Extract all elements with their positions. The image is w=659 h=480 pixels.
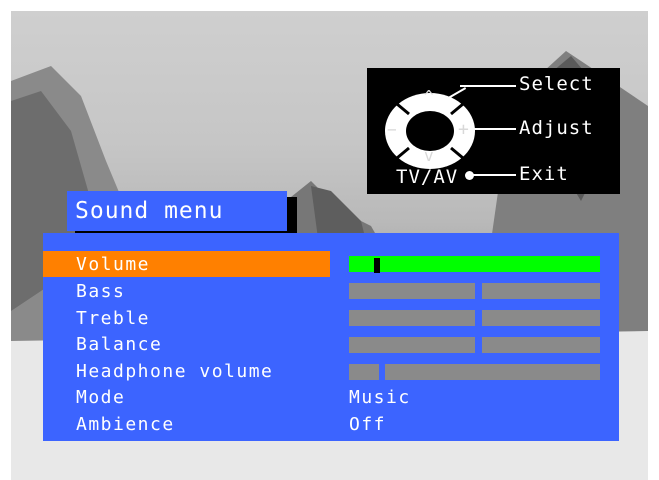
menu-item-mode[interactable]: Mode [43,384,330,410]
treble-bar-right[interactable] [482,310,600,326]
menu-title-box: Sound menu [67,191,287,231]
adjust-label: Adjust [519,117,594,139]
down-symbol: v [424,146,435,165]
tv-screen: ^ v − + Select Adjust TV/AV Exit Sound m… [11,11,648,480]
balance-bar-left[interactable] [349,337,475,353]
menu-item-label: Ambience [76,414,175,435]
select-pointer-line [460,85,516,87]
menu-item-label: Balance [76,334,163,355]
plus-symbol: + [458,119,470,140]
treble-bar-left[interactable] [349,310,475,326]
menu-item-treble[interactable]: Treble [43,305,330,331]
up-symbol: ^ [424,87,435,106]
menu-item-balance[interactable]: Balance [43,331,330,357]
button-help-panel: ^ v − + Select Adjust TV/AV Exit [367,68,620,194]
menu-item-bass[interactable]: Bass [43,278,330,304]
exit-pointer-line [473,174,516,176]
bass-bar-right[interactable] [482,283,600,299]
menu-item-ambience[interactable]: Ambience [43,411,330,437]
menu-item-label: Mode [76,387,126,408]
mode-value[interactable]: Music [349,387,411,408]
bass-bar-left[interactable] [349,283,475,299]
sound-menu-panel: Volume Bass Treble Balance Headphone vol… [43,233,619,441]
volume-level-bar[interactable] [349,256,600,273]
adjust-pointer-line [473,128,516,130]
menu-item-headphone-volume[interactable]: Headphone volume [43,358,330,384]
menu-item-label: Treble [76,308,151,329]
menu-item-volume[interactable]: Volume [43,251,330,277]
menu-item-label: Volume [76,254,151,275]
menu-title: Sound menu [75,198,224,224]
headphone-bar-right[interactable] [385,364,600,380]
minus-symbol: − [387,120,398,139]
menu-item-label: Bass [76,281,126,302]
exit-label: Exit [519,163,569,185]
select-label: Select [519,73,594,95]
volume-level-marker [374,258,380,273]
tvav-label: TV/AV [396,166,459,188]
headphone-bar-left[interactable] [349,364,379,380]
ambience-value[interactable]: Off [349,414,386,435]
menu-item-label: Headphone volume [76,361,274,382]
balance-bar-right[interactable] [482,337,600,353]
